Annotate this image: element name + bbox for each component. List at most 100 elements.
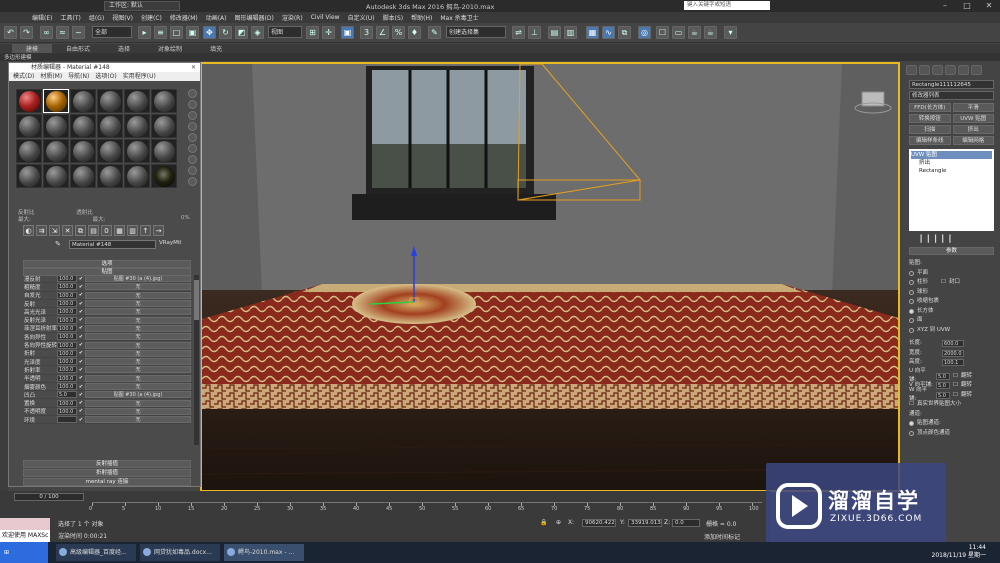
stack-item-rectangle[interactable]: Rectangle: [911, 167, 992, 175]
spinner-snap-icon[interactable]: ♦: [408, 26, 421, 39]
layer-manager-icon[interactable]: ▤: [548, 26, 561, 39]
map-slot-button[interactable]: 无: [85, 341, 191, 349]
map-amount-spinner[interactable]: 100.0: [57, 283, 77, 291]
map-amount-spinner[interactable]: 100.0: [57, 341, 77, 349]
sample-slot[interactable]: [151, 89, 177, 113]
convert-button[interactable]: 转换按钮: [909, 114, 951, 123]
map-enable-checkbox[interactable]: ✔: [77, 392, 85, 398]
map-slot-button[interactable]: 无: [85, 358, 191, 366]
rollout-refract-interp[interactable]: 折射插值: [23, 469, 191, 477]
rollout-mental-ray[interactable]: mental ray 连接: [23, 478, 191, 486]
map-channel-radio[interactable]: 贴图通道:: [917, 419, 941, 429]
mapping-face[interactable]: 面: [917, 316, 923, 326]
rollout-options[interactable]: 选项: [23, 260, 191, 268]
map-enable-checkbox[interactable]: ✔: [77, 292, 85, 298]
move-icon[interactable]: ✥: [203, 26, 216, 39]
menu-mode[interactable]: 模式(D): [13, 72, 34, 81]
sample-slot[interactable]: [151, 164, 177, 188]
render-setup-icon[interactable]: ☐: [656, 26, 669, 39]
map-slot-button[interactable]: 无: [85, 333, 191, 341]
tab-selection[interactable]: 选择: [104, 44, 144, 53]
sample-slot[interactable]: [70, 164, 96, 188]
absolute-mode-icon[interactable]: ⊕: [556, 519, 561, 526]
map-slot-button[interactable]: 无: [85, 407, 191, 415]
map-enable-checkbox[interactable]: ✔: [77, 317, 85, 323]
map-enable-checkbox[interactable]: ✔: [77, 276, 85, 282]
go-parent-icon[interactable]: ↑: [140, 225, 151, 236]
map-slot-button[interactable]: 贴图 #30 (a (4).jpg): [85, 275, 191, 283]
put-to-scene-icon[interactable]: ⇉: [36, 225, 47, 236]
mapping-planar[interactable]: 平面: [917, 269, 928, 279]
uvw-map-button[interactable]: UVW 贴图: [952, 114, 994, 123]
map-amount-spinner[interactable]: 100.0: [57, 324, 77, 332]
map-amount-spinner[interactable]: 5.0: [57, 391, 77, 399]
map-slot-button[interactable]: 无: [85, 316, 191, 324]
map-amount-spinner[interactable]: [57, 416, 77, 424]
taskbar-app-3dsmax[interactable]: 鳄鸟-2010.max - ...: [224, 544, 304, 561]
sample-slot[interactable]: [16, 114, 42, 138]
w-tile-spinner[interactable]: 5.0: [936, 391, 950, 399]
menu-scripting[interactable]: 脚本(S): [379, 13, 408, 22]
rollout-reflect-interp[interactable]: 反射插值: [23, 460, 191, 468]
mapping-xyz-to-uvw[interactable]: XYZ 到 UVW: [917, 326, 950, 336]
map-amount-spinner[interactable]: 100.0: [57, 349, 77, 357]
map-amount-spinner[interactable]: 100.0: [57, 399, 77, 407]
workspace-dropdown[interactable]: 工作区: 默认: [104, 1, 180, 11]
u-flip-checkbox[interactable]: 翻转: [961, 372, 972, 382]
select-by-material-icon[interactable]: [188, 166, 197, 175]
sample-slot[interactable]: [16, 139, 42, 163]
map-enable-checkbox[interactable]: ✔: [77, 342, 85, 348]
vertex-color-radio[interactable]: 顶点颜色通道: [917, 429, 950, 439]
map-enable-checkbox[interactable]: ✔: [77, 334, 85, 340]
map-slot-button[interactable]: 无: [85, 383, 191, 390]
modify-tab-icon[interactable]: [919, 65, 930, 75]
time-slider[interactable]: 0 / 100: [14, 493, 84, 501]
menu-tools[interactable]: 工具(T): [56, 13, 84, 22]
named-selection-sets[interactable]: 创建选择集: [446, 26, 506, 38]
show-end-result-icon[interactable]: ┃: [926, 235, 930, 243]
menu-views[interactable]: 视图(V): [108, 13, 137, 22]
maximize-icon[interactable]: □: [956, 0, 978, 12]
map-enable-checkbox[interactable]: ✔: [77, 359, 85, 365]
get-material-icon[interactable]: ◐: [23, 225, 34, 236]
sample-slot[interactable]: [124, 164, 150, 188]
map-enable-checkbox[interactable]: ✔: [77, 309, 85, 315]
material-editor-icon[interactable]: ◎: [638, 26, 651, 39]
map-enable-checkbox[interactable]: ✔: [77, 367, 85, 373]
real-world-checkbox[interactable]: 真实世界贴图大小: [917, 400, 961, 410]
menu-utilities[interactable]: 实用程序(U): [123, 72, 156, 81]
render-icon[interactable]: ☕: [688, 26, 701, 39]
sample-slot[interactable]: [151, 114, 177, 138]
mapping-box[interactable]: 长方体: [917, 307, 934, 317]
rollout-parameters[interactable]: 参数: [909, 247, 994, 255]
map-amount-spinner[interactable]: 100.0: [57, 374, 77, 382]
start-button[interactable]: ⊞: [0, 542, 48, 563]
map-amount-spinner[interactable]: 100.0: [57, 358, 77, 366]
cap-checkbox[interactable]: 封口: [949, 278, 960, 288]
schematic-view-icon[interactable]: ⧉: [618, 26, 631, 39]
v-tile-spinner[interactable]: 5.0: [936, 382, 950, 390]
make-unique-icon[interactable]: ⧉: [75, 225, 86, 236]
make-preview-icon[interactable]: [188, 144, 197, 153]
render-frame-icon[interactable]: ▭: [672, 26, 685, 39]
graphite-toggle-icon[interactable]: ▦: [586, 26, 599, 39]
map-slot-button[interactable]: 无: [85, 349, 191, 357]
window-crossing-icon[interactable]: ▣: [186, 26, 199, 39]
video-check-icon[interactable]: [188, 133, 197, 142]
track-bar[interactable]: 0 5 10 15 20 25 30 35 40 45 50 55 60 65 70 75 80 85 90 95 10…: [89, 502, 762, 512]
map-amount-spinner[interactable]: 100.0: [57, 291, 77, 299]
background-icon[interactable]: [188, 111, 197, 120]
percent-snap-icon[interactable]: %: [392, 26, 405, 39]
bind-icon[interactable]: ~: [72, 26, 85, 39]
menu-customize[interactable]: 自定义(U): [344, 13, 379, 22]
tab-object-paint[interactable]: 对象绘制: [144, 44, 196, 53]
map-slot-button[interactable]: 贴图 #30 (a (4).jpg): [85, 391, 191, 399]
map-enable-checkbox[interactable]: ✔: [77, 375, 85, 381]
display-tab-icon[interactable]: [958, 65, 969, 75]
pivot-icon[interactable]: ⊞: [306, 26, 319, 39]
sample-slot[interactable]: [70, 114, 96, 138]
tab-populate[interactable]: 填充: [196, 44, 236, 53]
sample-slot[interactable]: [97, 89, 123, 113]
menu-group[interactable]: 组(G): [85, 13, 108, 22]
sample-slot[interactable]: [124, 89, 150, 113]
